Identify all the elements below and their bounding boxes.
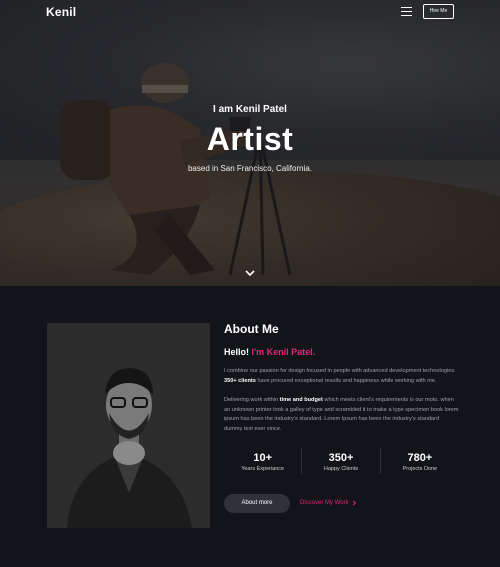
- hello-prefix: Hello!: [224, 347, 252, 357]
- hero-subtitle: based in San Francisco, California.: [187, 164, 313, 173]
- about-paragraph-1: I combine our passion for design focused…: [224, 367, 459, 386]
- stat-value: 780+: [407, 451, 433, 464]
- hello-heading: Hello! I'm Kenil Patel.: [224, 347, 459, 357]
- stat-projects: 780+ Projects Done: [381, 448, 459, 474]
- para2-text-a: Delivering work within: [224, 397, 280, 404]
- about-paragraph-2: Delivering work within time and budget w…: [224, 396, 459, 434]
- stat-label: Happy Clients: [323, 465, 359, 472]
- hire-me-button[interactable]: Hire Me: [423, 4, 454, 19]
- discover-work-label: Discover My Work: [300, 500, 349, 507]
- para1-text-a: I combine our passion for design focused…: [224, 368, 456, 374]
- chevron-right-icon: [352, 500, 356, 506]
- portrait-image: [47, 323, 210, 528]
- para1-text-c: have procured exceptional results and ha…: [255, 377, 437, 384]
- about-actions: About more Discover My Work: [224, 493, 459, 513]
- about-title: About Me: [224, 322, 279, 336]
- about-section: About Me Hello! I'm Kenil Patel. I combi…: [0, 286, 500, 567]
- hero-text: I am Kenil Patel Artist based in San Fra…: [0, 104, 500, 173]
- discover-work-link[interactable]: Discover My Work: [300, 500, 357, 506]
- stats-row: 10+ Years Experiance 350+ Happy Clients …: [224, 447, 459, 474]
- hero-intro: I am Kenil Patel: [213, 104, 287, 115]
- hamburger-menu-icon[interactable]: [401, 7, 412, 16]
- stat-label: Years Experiance: [241, 465, 285, 472]
- para2-highlight: time and budget: [279, 397, 323, 404]
- chevron-down-icon[interactable]: [244, 268, 256, 278]
- hero-section: Kenil Hire Me I am Kenil Patel Artist ba…: [0, 0, 500, 286]
- stat-value: 350+: [328, 451, 354, 464]
- hello-name: I'm Kenil Patel.: [251, 347, 316, 357]
- about-more-button[interactable]: About more: [224, 493, 290, 513]
- stat-label: Projects Done: [402, 465, 438, 472]
- site-logo[interactable]: Kenil: [46, 5, 76, 19]
- stat-value: 10+: [253, 451, 272, 464]
- hero-title: Artist: [206, 121, 294, 157]
- para1-highlight: 350+ clients: [224, 377, 256, 384]
- stat-clients: 350+ Happy Clients: [302, 447, 381, 474]
- stat-years: 10+ Years Experiance: [224, 447, 303, 474]
- about-content: About Me Hello! I'm Kenil Patel. I combi…: [224, 322, 459, 513]
